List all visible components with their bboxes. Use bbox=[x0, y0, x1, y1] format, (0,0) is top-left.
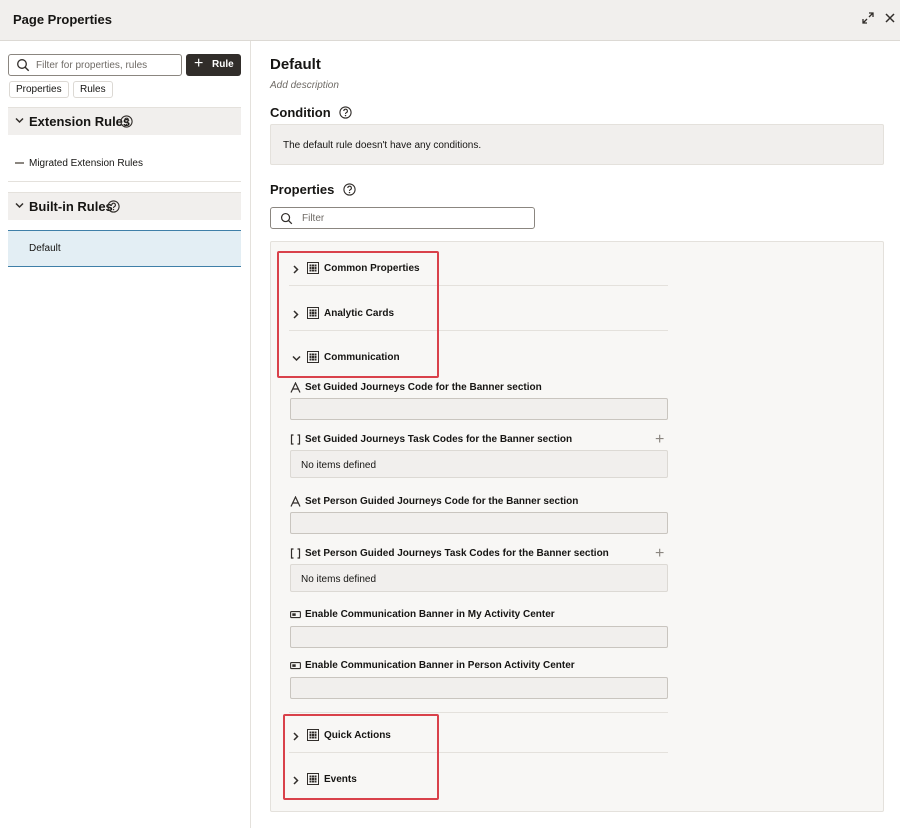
help-icon[interactable] bbox=[107, 200, 120, 213]
array-type-icon bbox=[290, 548, 301, 559]
grid-icon bbox=[307, 262, 319, 274]
dialog-title: Page Properties bbox=[13, 12, 112, 27]
help-icon[interactable] bbox=[120, 115, 133, 128]
rules-search-input[interactable] bbox=[36, 57, 176, 73]
group-analytic-cards[interactable]: Analytic Cards bbox=[289, 297, 668, 331]
boolean-type-icon bbox=[290, 662, 301, 670]
help-icon[interactable] bbox=[343, 183, 356, 196]
group-label: Events bbox=[324, 774, 357, 785]
grid-icon bbox=[307, 307, 319, 319]
chevron-down-icon bbox=[15, 202, 24, 209]
plus-icon: + bbox=[194, 55, 204, 72]
chevron-right-icon bbox=[293, 776, 299, 785]
condition-text: The default rule doesn't have any condit… bbox=[283, 140, 482, 151]
rule-item-migrated-extension[interactable]: Migrated Extension Rules bbox=[8, 148, 241, 182]
dialog-header: Page Properties bbox=[0, 0, 900, 41]
person-guided-journeys-task-codes-list[interactable]: No items defined bbox=[290, 564, 668, 592]
group-events[interactable]: Events bbox=[289, 763, 668, 797]
add-rule-button[interactable]: + Rule bbox=[186, 54, 241, 76]
text-type-icon bbox=[290, 496, 301, 507]
guided-journeys-task-codes-list[interactable]: No items defined bbox=[290, 450, 668, 478]
rule-detail-panel: Default Add description Condition The de… bbox=[251, 41, 900, 828]
rules-search-field[interactable] bbox=[8, 54, 182, 76]
add-rule-label: Rule bbox=[212, 59, 234, 70]
properties-heading: Properties bbox=[270, 182, 356, 197]
empty-list-text: No items defined bbox=[301, 460, 377, 471]
chevron-down-icon bbox=[292, 355, 301, 362]
empty-list-text: No items defined bbox=[301, 574, 377, 585]
builtin-rules-title: Built-in Rules bbox=[29, 199, 113, 214]
chevron-right-icon bbox=[293, 265, 299, 274]
group-quick-actions[interactable]: Quick Actions bbox=[289, 719, 668, 753]
expand-icon[interactable] bbox=[861, 11, 875, 25]
rules-chip[interactable]: Rules bbox=[73, 81, 113, 98]
array-type-icon bbox=[290, 434, 301, 445]
grid-icon bbox=[307, 773, 319, 785]
group-communication[interactable]: Communication bbox=[289, 341, 668, 375]
search-icon bbox=[17, 59, 30, 72]
group-label: Common Properties bbox=[324, 263, 420, 274]
builtin-rules-section[interactable]: Built-in Rules bbox=[8, 192, 241, 220]
grid-icon bbox=[307, 729, 319, 741]
rule-item-label: Migrated Extension Rules bbox=[29, 158, 143, 169]
add-description-link[interactable]: Add description bbox=[270, 80, 339, 91]
boolean-type-icon bbox=[290, 611, 301, 619]
close-icon[interactable] bbox=[883, 11, 897, 25]
properties-panel: Common Properties Analytic Cards Communi… bbox=[270, 241, 884, 812]
chevron-down-icon bbox=[15, 117, 24, 124]
divider bbox=[289, 712, 668, 713]
group-label: Analytic Cards bbox=[324, 308, 395, 319]
add-item-icon[interactable]: + bbox=[655, 546, 664, 562]
properties-chip[interactable]: Properties bbox=[9, 81, 69, 98]
group-common-properties[interactable]: Common Properties bbox=[289, 252, 668, 286]
chevron-right-icon bbox=[293, 310, 299, 319]
condition-box: The default rule doesn't have any condit… bbox=[270, 124, 884, 165]
guided-journeys-code-input[interactable] bbox=[290, 398, 668, 420]
extension-rules-title: Extension Rules bbox=[29, 114, 131, 129]
group-label: Communication bbox=[324, 352, 400, 363]
person-activity-center-banner-toggle[interactable] bbox=[290, 677, 668, 699]
condition-title: Condition bbox=[270, 105, 331, 120]
rules-sidebar: + Rule Properties Rules Extension Rules … bbox=[0, 41, 251, 828]
rule-item-label: Default bbox=[29, 243, 61, 254]
properties-filter-field[interactable] bbox=[270, 207, 535, 229]
chevron-right-icon bbox=[293, 732, 299, 741]
dash-icon bbox=[15, 162, 24, 164]
text-type-icon bbox=[290, 382, 301, 393]
rule-item-default[interactable]: Default bbox=[8, 230, 241, 267]
my-activity-center-banner-toggle[interactable] bbox=[290, 626, 668, 648]
person-guided-journeys-code-input[interactable] bbox=[290, 512, 668, 534]
properties-title: Properties bbox=[270, 182, 335, 197]
search-icon bbox=[280, 212, 293, 225]
group-label: Quick Actions bbox=[324, 730, 391, 741]
condition-heading: Condition bbox=[270, 105, 352, 120]
properties-filter-input[interactable] bbox=[302, 211, 502, 226]
extension-rules-section[interactable]: Extension Rules bbox=[8, 107, 241, 135]
rule-title: Default bbox=[270, 56, 321, 73]
grid-icon bbox=[307, 351, 319, 363]
help-icon[interactable] bbox=[339, 106, 352, 119]
add-item-icon[interactable]: + bbox=[655, 432, 664, 448]
